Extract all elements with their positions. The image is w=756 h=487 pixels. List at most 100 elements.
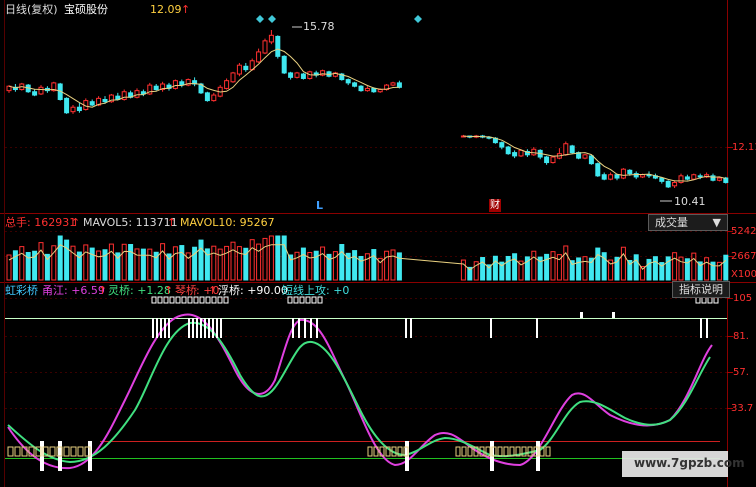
candle-body <box>345 79 351 84</box>
candle-body <box>275 35 281 57</box>
signal-box <box>205 296 211 304</box>
signal-tick <box>292 318 294 338</box>
candle-body <box>153 85 159 91</box>
volume-bar <box>217 248 223 281</box>
signal-box <box>287 296 293 304</box>
volume-bar <box>249 239 255 281</box>
candle-body <box>531 148 537 156</box>
candle-body <box>723 177 729 183</box>
candle-body <box>390 82 396 86</box>
signal-tick <box>200 318 202 338</box>
signal-box <box>305 296 311 304</box>
signal-box <box>503 446 509 457</box>
candle-body <box>672 181 678 187</box>
signal-tick <box>405 318 407 338</box>
last-price: 12.09 <box>150 3 182 16</box>
candle-body <box>563 143 569 156</box>
indicator-help-button[interactable]: 指标说明 <box>672 281 730 298</box>
max-price-label: 15.78 <box>303 20 335 33</box>
volume-bar <box>460 259 466 281</box>
volume-bar <box>57 235 63 281</box>
period-label[interactable]: 日线(复权) <box>5 3 58 16</box>
candle-body <box>358 85 364 92</box>
candle-body <box>691 174 697 180</box>
signal-tick <box>168 318 170 338</box>
signal-box <box>217 296 223 304</box>
price-moving-average <box>8 48 726 182</box>
candle-body <box>640 174 646 178</box>
panel-frames <box>0 0 756 487</box>
volume-bar <box>723 254 729 281</box>
candle-body <box>262 40 268 54</box>
volume-bar <box>140 248 146 281</box>
marker-l: L <box>316 199 324 212</box>
signal-box <box>169 296 175 304</box>
volume-bar <box>550 251 556 281</box>
candle-body <box>102 98 108 103</box>
volume-bar <box>320 246 326 281</box>
candle-body <box>518 149 524 157</box>
candle-body <box>89 101 95 106</box>
indicator-name[interactable]: 虹彩桥 <box>5 284 38 297</box>
volume-bar <box>198 239 204 281</box>
signal-tick <box>152 318 154 338</box>
candle-body <box>659 177 665 182</box>
signal-box <box>163 296 169 304</box>
volume-bar <box>179 245 185 281</box>
fuqiao-value: : +90.00 <box>240 284 288 297</box>
candle-body <box>627 169 633 175</box>
volume-bar <box>544 253 550 281</box>
volume-bar <box>620 246 626 281</box>
volume-bar <box>646 258 652 281</box>
candle-body <box>243 65 249 71</box>
signal-box <box>299 296 305 304</box>
volume-bar <box>12 250 18 281</box>
candle-body <box>76 106 82 112</box>
signal-box <box>199 296 205 304</box>
indicator-lines <box>5 313 727 470</box>
volume-axis-unit: X100 <box>731 269 756 280</box>
indicator-signal-bars <box>7 296 719 471</box>
diamond-icon <box>268 15 276 23</box>
candle-body <box>300 73 306 79</box>
volume-bar <box>121 243 127 281</box>
candle-body <box>364 87 370 92</box>
volume-bar <box>531 250 537 281</box>
signal-box <box>293 296 299 304</box>
candle-body <box>256 51 262 63</box>
signal-box <box>175 296 181 304</box>
mavol5-label: MAVOL5: 113711 <box>83 216 178 229</box>
signal-tick <box>706 318 708 338</box>
candle-body <box>352 82 358 87</box>
candle-body <box>582 154 588 159</box>
finance-marker-icon[interactable]: 财 <box>489 199 501 212</box>
indicator-axis-57: 57. <box>733 367 749 378</box>
candle-body <box>288 72 294 78</box>
chart-stage <box>0 0 756 487</box>
signal-box <box>187 296 193 304</box>
volume-bar <box>633 254 639 281</box>
volume-indicator-button[interactable]: 成交量 ▼ <box>648 214 728 231</box>
signal-box <box>70 446 77 457</box>
up-arrow-icon: ↑ <box>167 216 177 229</box>
candle-body <box>134 90 140 98</box>
volume-bar <box>262 237 268 281</box>
candle-body <box>230 72 236 83</box>
signal-tick <box>316 318 318 338</box>
candle-body <box>172 80 178 89</box>
candle-body <box>224 80 230 89</box>
volume-bar <box>652 256 658 281</box>
candle-body <box>665 180 671 188</box>
volume-bar <box>582 256 588 281</box>
signal-box <box>181 296 187 304</box>
volume-bar <box>307 251 313 281</box>
indicator-axis-81: 81. <box>733 331 749 342</box>
candle-body <box>268 34 274 43</box>
signal-box <box>77 446 84 457</box>
candle-body <box>281 55 287 74</box>
volume-bar <box>268 235 274 281</box>
up-arrow-icon: ↑ <box>71 216 81 229</box>
volume-bar <box>390 249 396 281</box>
up-arrow-icon: ↑ <box>98 284 108 297</box>
volume-bar <box>96 250 102 281</box>
